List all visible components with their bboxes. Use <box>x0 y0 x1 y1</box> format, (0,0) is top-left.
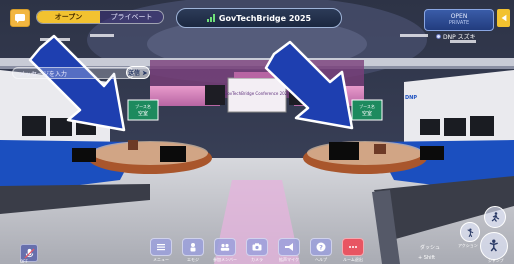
chat-icon[interactable] <box>10 9 30 27</box>
tab-open[interactable]: オープン <box>37 11 100 23</box>
event-title-bar: GovTechBridge 2025 <box>176 8 342 28</box>
megaphone-icon <box>285 243 293 251</box>
toolbar-emoji-button[interactable]: エモジ <box>178 236 208 264</box>
mic-label: OFF <box>20 259 28 264</box>
jump-label: ジャンプ <box>488 258 504 263</box>
booth-sign-right-l1: ブース名 <box>359 103 375 109</box>
send-button[interactable]: 送信 <box>126 66 150 79</box>
camera-icon <box>252 243 262 251</box>
message-placeholder: メッセージを入力 <box>19 70 67 78</box>
toolbar-menu-label: メニュー <box>153 257 169 262</box>
toolbar-help-button[interactable]: ? ヘルプ <box>306 236 336 264</box>
message-input[interactable]: メッセージを入力 <box>12 67 134 79</box>
toolbar-members-button[interactable]: 参加メンバー <box>210 236 240 264</box>
toolbar-megaphone-button[interactable]: 拡声マイク <box>274 236 304 264</box>
run-button[interactable] <box>484 206 506 228</box>
shift-hint: + Shift <box>418 255 436 261</box>
send-label: 送信 <box>127 70 140 77</box>
user-name: DNP スズキ <box>443 34 476 41</box>
toolbar-megaphone-label: 拡声マイク <box>279 257 299 262</box>
back-arrow-icon[interactable] <box>497 9 510 27</box>
toolbar-emoji-label: エモジ <box>187 257 199 262</box>
booth-sign-left-l1: ブース名 <box>135 103 151 109</box>
wave-icon <box>467 228 473 237</box>
group-icon <box>220 243 230 251</box>
user-name-tag: DNP スズキ <box>436 32 476 41</box>
toolbar-exit-label: ルーム退出 <box>343 257 363 262</box>
status-private: PRIVATE <box>448 19 470 26</box>
booth-sign-right-l2: 空室 <box>362 110 372 117</box>
menu-icon <box>157 244 165 251</box>
action-button[interactable] <box>460 222 480 242</box>
mic-icon <box>23 247 35 259</box>
toolbar-camera-button[interactable]: カメラ <box>242 236 272 264</box>
jump-icon <box>489 239 499 252</box>
tab-private[interactable]: プライベート <box>100 11 163 23</box>
help-icon: ? <box>316 242 326 252</box>
channel-toggle[interactable]: オープン プライベート <box>36 10 164 24</box>
svg-text:?: ? <box>319 243 323 251</box>
bottom-toolbar: メニュー エモジ 参加メンバー カメラ 拡声マイク ? ヘルプ ルーム退出 <box>146 236 368 264</box>
action-label: アクション <box>458 243 478 248</box>
running-person-icon <box>491 212 500 222</box>
toolbar-menu-button[interactable]: メニュー <box>146 236 176 264</box>
toolbar-help-label: ヘルプ <box>315 257 327 262</box>
dash-hint: ダッシュ <box>420 245 441 251</box>
toolbar-members-label: 参加メンバー <box>213 257 237 262</box>
dnp-wall-sign: DNP <box>405 95 417 101</box>
user-avatar-icon <box>436 34 441 39</box>
room-status-pill[interactable]: OPEN PRIVATE <box>424 9 494 31</box>
toolbar-camera-label: カメラ <box>251 257 263 262</box>
send-icon <box>142 70 148 75</box>
exit-icon <box>349 246 357 248</box>
signal-icon <box>206 14 215 22</box>
booth-sign-left-l2: 空室 <box>138 110 148 117</box>
event-title: GovTechBridge 2025 <box>218 13 312 23</box>
jump-button[interactable] <box>480 232 508 260</box>
stage-screen-text: GovTechBridge Conference 2025 <box>224 91 290 96</box>
person-icon <box>190 243 196 252</box>
toolbar-exit-button[interactable]: ルーム退出 <box>338 236 368 264</box>
